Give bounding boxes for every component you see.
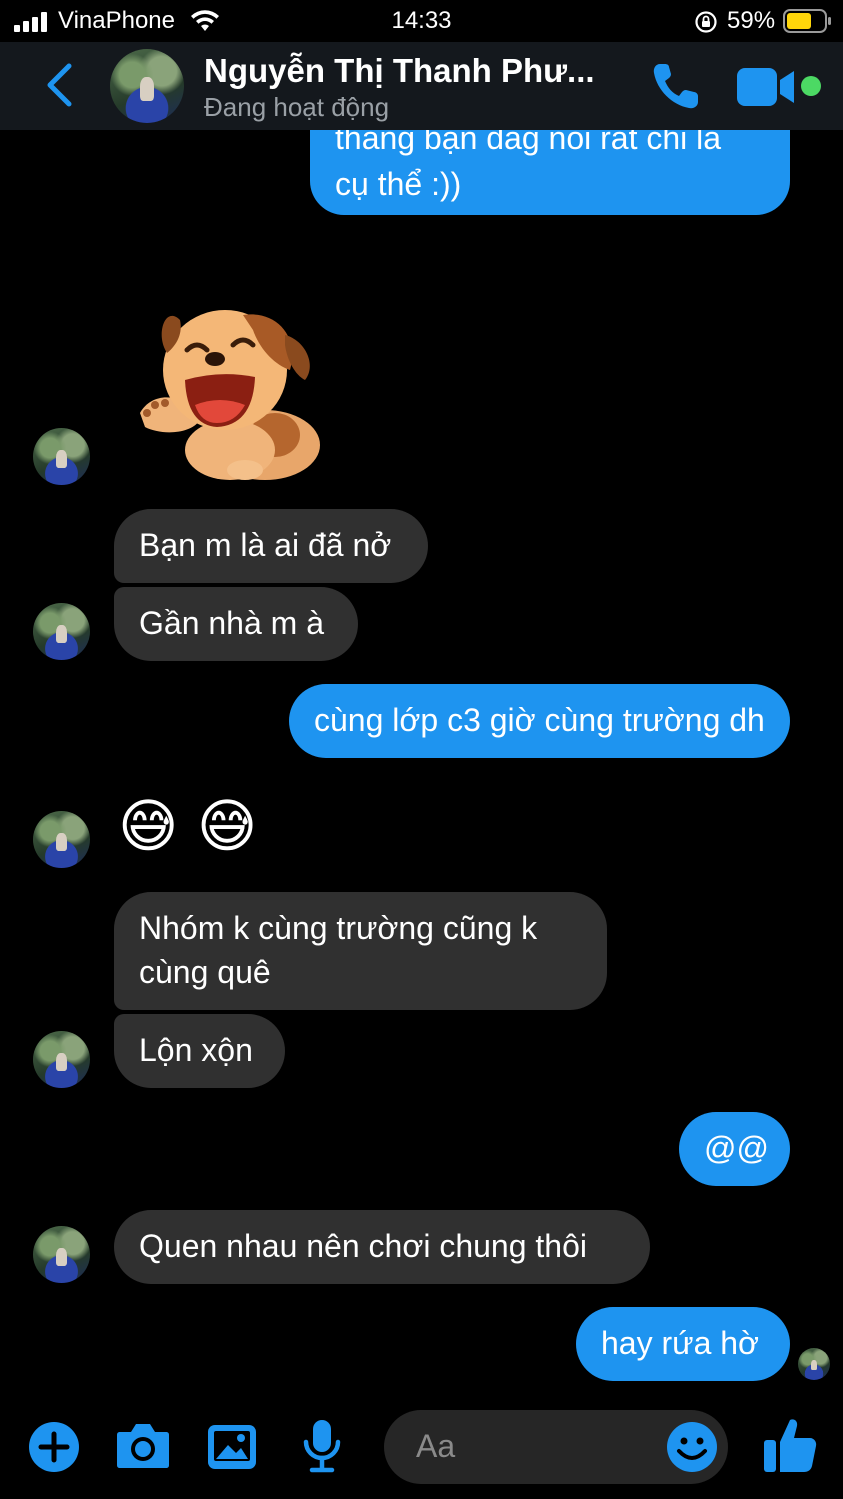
emoji-message[interactable]: 😅 😅 [118, 790, 257, 862]
emoji-smiley-icon[interactable] [666, 1421, 718, 1473]
message-bubble-incoming[interactable]: Nhóm k cùng trường cũng k cùng quê [114, 892, 607, 1010]
message-bubble-outgoing[interactable]: @@ [679, 1112, 790, 1186]
orientation-lock-icon [695, 11, 717, 33]
photo-gallery-icon[interactable] [206, 1423, 258, 1471]
sender-avatar [33, 811, 90, 868]
message-text: Bạn m là ai đã nở [139, 527, 392, 563]
active-status-dot [801, 76, 821, 96]
message-bubble-incoming[interactable]: Quen nhau nên chơi chung thôi [114, 1210, 650, 1284]
status-bar: VinaPhone 14:33 59% [0, 0, 843, 42]
message-bubble-incoming[interactable]: Lộn xộn [114, 1014, 285, 1088]
microphone-icon[interactable] [302, 1418, 342, 1474]
sender-avatar [33, 603, 90, 660]
message-text: cùng lớp c3 giờ cùng trường dh [314, 702, 765, 738]
message-text: Gần nhà m à [139, 605, 324, 641]
add-plus-icon[interactable] [28, 1421, 80, 1473]
seen-receipt-avatar [798, 1348, 830, 1380]
contact-avatar[interactable] [110, 49, 184, 123]
message-text: cùng quê [139, 954, 271, 990]
message-text: Quen nhau nên chơi chung thôi [139, 1228, 587, 1264]
laughing-puppy-sticker-icon[interactable] [125, 295, 325, 485]
message-text: @@ [704, 1130, 769, 1166]
message-text: hay rứa hờ [601, 1325, 760, 1361]
message-text: cụ thể :)) [335, 166, 462, 202]
message-bubble-incoming[interactable]: Bạn m là ai đã nở [114, 509, 428, 583]
battery-icon [783, 9, 831, 33]
message-text: Lộn xộn [139, 1032, 253, 1068]
back-arrow-icon[interactable] [44, 62, 74, 108]
camera-icon[interactable] [116, 1420, 170, 1470]
message-bubble-outgoing[interactable]: hay rứa hờ [576, 1307, 790, 1381]
sender-avatar [33, 1226, 90, 1283]
battery-percent: 59% [727, 7, 776, 34]
contact-status: Đang hoạt động [204, 92, 390, 122]
video-call-icon[interactable] [736, 66, 798, 108]
sender-avatar [33, 428, 90, 485]
phone-call-icon[interactable] [650, 60, 702, 112]
message-bubble-outgoing[interactable]: cùng lớp c3 giờ cùng trường dh [289, 684, 790, 758]
message-input-placeholder: Aa [416, 1428, 456, 1464]
message-text: Nhóm k cùng trường cũng k [139, 910, 538, 946]
contact-name[interactable]: Nguyễn Thị Thanh Phư... [204, 52, 595, 90]
thumbs-up-like-icon[interactable] [762, 1416, 818, 1474]
sender-avatar [33, 1031, 90, 1088]
message-bubble-incoming[interactable]: Gần nhà m à [114, 587, 358, 661]
